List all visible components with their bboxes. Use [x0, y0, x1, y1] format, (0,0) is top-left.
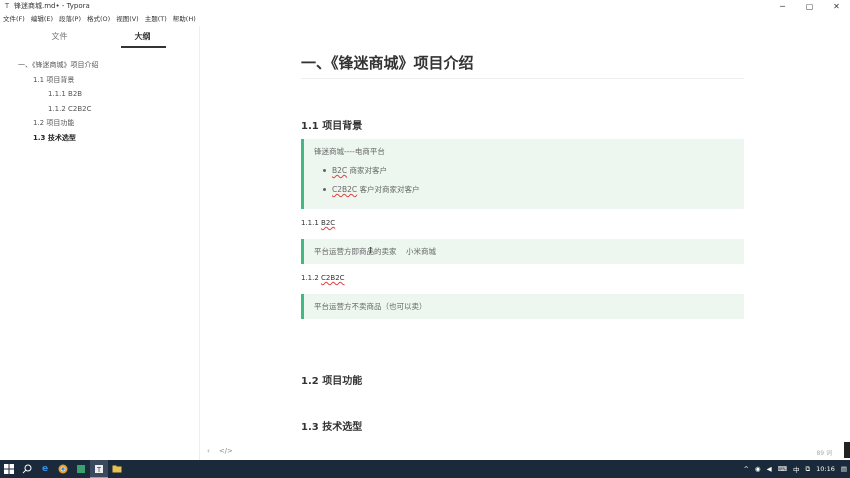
maximize-button[interactable]: ▢ — [796, 0, 823, 12]
heading-c2b2c[interactable]: 1.1.2 C2B2C — [301, 274, 345, 282]
word-count[interactable]: 89 词 — [816, 448, 832, 457]
heading-h1[interactable]: 一、《锋迷商城》项目介绍 — [301, 51, 744, 79]
menu-file[interactable]: 文件(F) — [0, 13, 28, 23]
scrollbar-thumb[interactable] — [844, 442, 850, 458]
source-mode-button[interactable]: </> — [219, 447, 233, 455]
app-icon[interactable] — [72, 460, 90, 478]
clock[interactable]: 10:16 — [813, 465, 838, 473]
blockquote-text: 锋迷商城----电商平台 — [314, 147, 385, 156]
menu-bar: 文件(F) 编辑(E) 段落(P) 格式(O) 视图(V) 主题(T) 帮助(H… — [0, 12, 850, 24]
model-list: B2C 商家对客户 C2B2C 客户对商家对客户 — [304, 161, 744, 199]
list-item: C2B2C 客户对商家对客户 — [322, 180, 744, 199]
taskbar: e T ^ ◉ ◀ ⌨ 中 ⧉ 10:16 ▤ — [0, 460, 850, 478]
tab-files[interactable]: 文件 — [18, 26, 101, 48]
term-b2c: B2C — [332, 166, 348, 175]
windows-start-icon[interactable] — [0, 460, 18, 478]
blockquote-text: 平台运营方不卖商品（也可以卖） — [314, 302, 427, 311]
heading-tech[interactable]: 1.3 技术选型 — [301, 418, 362, 433]
sidebar-toggle-button[interactable]: ‹ — [207, 447, 210, 455]
volume-icon[interactable]: ◀ — [764, 465, 775, 473]
term-c2b2c-heading: C2B2C — [321, 274, 345, 282]
outline-item-background[interactable]: 1.1 项目背景 — [0, 73, 199, 88]
menu-view[interactable]: 视图(V) — [113, 13, 142, 23]
blockquote-c2b2c[interactable]: 平台运营方不卖商品（也可以卖） — [301, 294, 744, 319]
sidebar-tabs: 文件 大纲 — [18, 26, 184, 48]
close-button[interactable]: ✕ — [823, 0, 850, 12]
menu-edit[interactable]: 编辑(E) — [28, 13, 56, 23]
sidebar: 文件 大纲 一、《锋迷商城》项目介绍 1.1 项目背景 1.1.1 B2B 1.… — [0, 26, 200, 460]
menu-theme[interactable]: 主题(T) — [142, 13, 170, 23]
keyboard-icon[interactable]: ⌨ — [775, 465, 790, 473]
chevron-up-icon[interactable]: ^ — [740, 465, 751, 473]
outline-item-c2b2c[interactable]: 1.1.2 C2B2C — [0, 102, 199, 117]
heading-features[interactable]: 1.2 项目功能 — [301, 372, 362, 387]
notification-icon[interactable]: ▤ — [838, 465, 850, 473]
term-c2b2c: C2B2C — [332, 185, 358, 194]
term-b2c-heading: B2C — [321, 219, 336, 227]
menu-format[interactable]: 格式(O) — [84, 13, 113, 23]
text-cursor-icon: I — [369, 246, 373, 255]
chrome-icon[interactable] — [54, 460, 72, 478]
network-icon[interactable]: ◉ — [752, 465, 764, 473]
menu-paragraph[interactable]: 段落(P) — [56, 13, 84, 23]
menu-help[interactable]: 帮助(H) — [170, 13, 199, 23]
list-item: B2C 商家对客户 — [322, 161, 744, 180]
outline-item-features[interactable]: 1.2 项目功能 — [0, 116, 199, 131]
outline-item-b2b[interactable]: 1.1.1 B2B — [0, 87, 199, 102]
tab-outline[interactable]: 大纲 — [101, 26, 184, 48]
typora-icon: T — [4, 2, 10, 10]
heading-background[interactable]: 1.1 项目背景 — [301, 117, 362, 132]
svg-text:T: T — [97, 467, 102, 474]
heading-b2b[interactable]: 1.1.1 B2C — [301, 219, 335, 227]
editor-area[interactable]: 一、《锋迷商城》项目介绍 1.1 项目背景 锋迷商城----电商平台 B2C 商… — [201, 26, 850, 460]
status-bar: ‹ </> 89 词 — [201, 446, 850, 460]
folder-icon[interactable] — [108, 460, 126, 478]
system-tray: ^ ◉ ◀ ⌨ 中 ⧉ 10:16 ▤ — [740, 460, 850, 478]
window-controls: ─ ▢ ✕ — [769, 0, 850, 12]
typora-icon[interactable]: T — [90, 460, 108, 478]
title-bar: T 锋迷商城.md• - Typora ─ ▢ ✕ — [0, 0, 850, 12]
document: 一、《锋迷商城》项目介绍 1.1 项目背景 锋迷商城----电商平台 B2C 商… — [301, 51, 744, 433]
ime-indicator[interactable]: 中 — [790, 464, 803, 474]
outline-item-h1[interactable]: 一、《锋迷商城》项目介绍 — [0, 58, 199, 73]
search-icon[interactable] — [18, 460, 36, 478]
outline-list: 一、《锋迷商城》项目介绍 1.1 项目背景 1.1.1 B2B 1.1.2 C2… — [0, 58, 199, 145]
input-icon[interactable]: ⧉ — [802, 465, 813, 474]
edge-icon[interactable]: e — [36, 460, 54, 478]
blockquote-b2b[interactable]: 平台运营方即商品的卖家 小米商城 — [301, 239, 744, 264]
outline-item-tech[interactable]: 1.3 技术选型 — [0, 131, 199, 146]
window-title: 锋迷商城.md• - Typora — [14, 2, 90, 10]
minimize-button[interactable]: ─ — [769, 0, 796, 12]
blockquote-platform[interactable]: 锋迷商城----电商平台 B2C 商家对客户 C2B2C 客户对商家对客户 — [301, 139, 744, 209]
